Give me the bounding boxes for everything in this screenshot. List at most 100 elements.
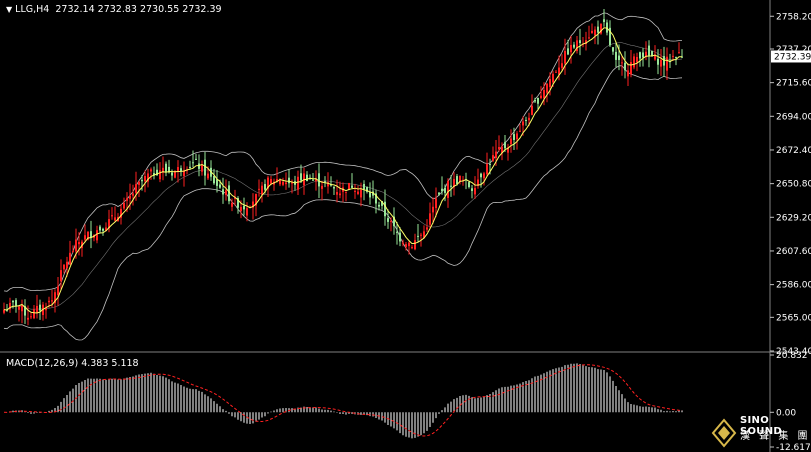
candle-body [447,180,449,198]
candle [261,181,263,203]
candle [150,167,152,180]
candle-body [78,242,80,245]
candle [678,42,680,54]
candle [675,56,677,66]
candle-body [480,173,482,178]
candle-body [534,100,536,102]
candle-body [618,55,620,61]
candle [609,20,611,48]
candle [591,23,593,34]
candle-body [513,134,515,140]
candle [201,160,203,176]
candle-body [321,185,323,189]
candle-body [624,62,626,71]
candle [645,41,647,61]
candle-body [84,235,86,240]
candle-body [495,151,497,158]
macd-pane [3,363,683,439]
candle-body [225,190,227,196]
price-tick-label: 2672.40 [776,146,811,156]
candle-body [621,62,623,64]
candle [315,170,317,191]
candle [3,302,5,315]
candle-body [450,185,452,187]
candle [204,151,206,186]
candle [417,224,419,242]
candle-body [333,187,335,189]
price-axis: 2758.202737.202715.602694.002672.402650.… [770,12,811,452]
candle-body [588,37,590,39]
candle-body [414,240,416,250]
candle [639,51,641,67]
candle [585,31,587,51]
macd-tick-label: 20.832 [776,351,808,361]
candle [138,180,140,197]
candle-body [474,187,476,195]
price-tick-label: 2586.00 [776,281,811,291]
candle-body [672,55,674,57]
candle [648,40,650,68]
candle-body [675,56,677,58]
candle-body [432,206,434,213]
candle-body [231,202,233,207]
price-chart[interactable]: 2758.202737.202715.602694.002672.402650.… [0,0,811,452]
symbol-label: LLG,H4 [15,4,50,15]
candle [132,184,134,206]
candle-body [195,158,197,160]
candle-body [135,184,137,193]
candle [357,185,359,196]
candle-body [489,163,491,165]
candle [42,301,44,321]
candle-body [288,177,290,184]
candle-body [360,189,362,198]
candle [510,129,512,153]
candle-body [150,169,152,172]
candle-body [165,163,167,172]
candle-body [537,97,539,104]
ohlc-values: 2732.14 2732.83 2730.55 2732.39 [55,4,222,15]
candle-body [306,174,308,182]
candle-body [21,305,23,312]
price-tick-label: 2629.20 [776,213,811,223]
candle [81,239,83,257]
candle-body [69,252,71,265]
candle [111,207,113,220]
candle-body [597,26,599,33]
candle [525,116,527,126]
candle [303,167,305,195]
candle-body [540,95,542,99]
candle [345,191,347,202]
candle [84,224,86,243]
candle [324,176,326,188]
price-tick-label: 2565.00 [776,313,811,323]
candle [144,170,146,193]
candle [273,178,275,191]
candle [276,167,278,183]
candle-body [531,105,533,115]
candle [666,47,668,80]
candle [123,197,125,211]
candle [633,53,635,70]
candle [18,305,20,322]
candle [222,177,224,204]
macd-values: 4.383 5.118 [81,358,139,369]
candle-body [264,184,266,190]
candle [582,37,584,48]
moving-average-line [3,27,682,314]
candle [630,50,632,78]
price-tick-label: 2715.60 [776,79,811,89]
candle-body [213,175,215,184]
candle [78,232,80,256]
candle [480,172,482,188]
candle-body [285,182,287,185]
candle-body [15,300,17,306]
candle [459,175,461,185]
candle [213,168,215,185]
logo-subtitle: 漢 聲 集 團 [740,431,811,442]
candle [33,304,35,320]
dropdown-arrow-icon[interactable]: ▼ [6,5,12,14]
candle [45,302,47,319]
candle-body [102,228,104,231]
price-tick-label: 2607.60 [776,247,811,257]
candle-body [408,242,410,247]
